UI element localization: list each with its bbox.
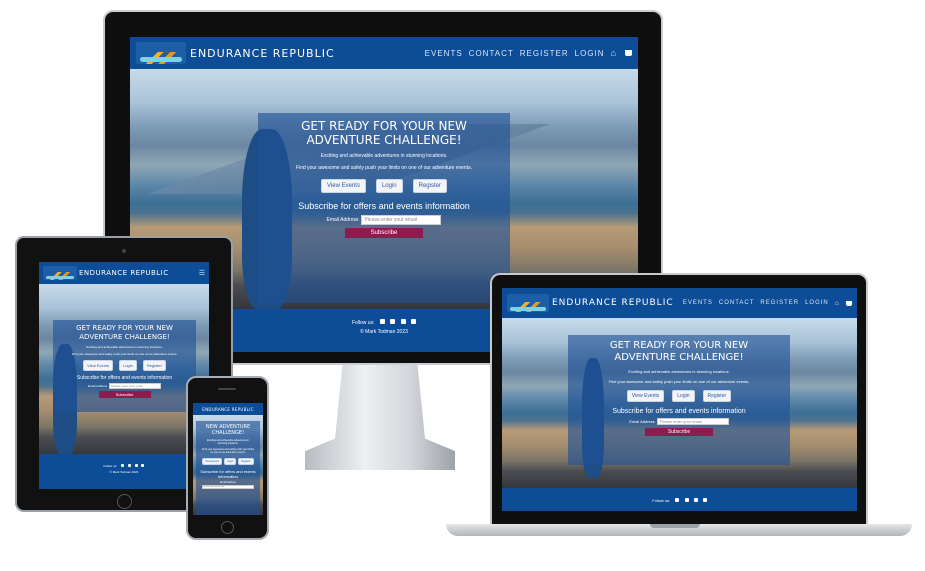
subscribe-heading: Subscribe for offers and events informat… — [200, 469, 256, 479]
youtube-icon[interactable] — [411, 319, 417, 324]
subscribe-heading: Subscribe for offers and events informat… — [612, 408, 746, 415]
footer: Follow us: — [502, 488, 857, 511]
nav-links: EVENTS CONTACT REGISTER LOGIN ⌂ — [419, 48, 632, 58]
register-button[interactable]: Register — [238, 458, 254, 465]
view-events-button[interactable]: View Events — [626, 390, 665, 402]
instagram-icon[interactable] — [400, 319, 406, 324]
nav-links: EVENTS CONTACT REGISTER LOGIN ⌂ — [677, 300, 852, 307]
nav-register[interactable]: REGISTER — [760, 300, 799, 306]
follow-us-label: Follow us: — [652, 498, 671, 503]
twitter-icon[interactable] — [127, 464, 131, 467]
laptop-trackpad-notch — [650, 524, 700, 528]
brand-name[interactable]: ENDURANCE REPUBLIC — [202, 407, 253, 412]
footer: Follow us: © Mark Todman 2023 — [39, 454, 209, 489]
cart-icon[interactable] — [625, 50, 632, 56]
nav-contact[interactable]: CONTACT — [469, 49, 514, 58]
monitor-stand — [305, 365, 455, 470]
email-input[interactable]: Please enter your email — [361, 215, 442, 225]
nav-register[interactable]: REGISTER — [520, 49, 569, 58]
login-button[interactable]: Login — [119, 360, 137, 371]
copyright: © Mark Todman 2023 — [109, 470, 139, 474]
tablet-screen: ENDURANCE REPUBLIC ☰ GET READY FOR YOUR … — [39, 262, 209, 489]
hamburger-menu-icon[interactable]: ☰ — [199, 269, 205, 277]
login-button[interactable]: Login — [224, 458, 237, 465]
email-label: Email Address — [87, 384, 108, 388]
hero-tagline: Exciting and achievable adventures in st… — [628, 369, 730, 374]
hero-panel: GET READY FOR YOUR NEW ADVENTURE CHALLEN… — [53, 320, 196, 412]
follow-us-label: Follow us: — [351, 320, 375, 326]
nav-events[interactable]: EVENTS — [683, 300, 713, 306]
twitter-icon[interactable] — [390, 319, 396, 324]
hero-description: Find your awesome and safely push your l… — [202, 448, 254, 454]
phone-home-button[interactable] — [221, 521, 234, 534]
email-label: Email Address — [326, 217, 359, 223]
nav-login[interactable]: LOGIN — [805, 300, 829, 306]
subscribe-button[interactable]: Subscribe — [345, 228, 423, 238]
navbar: ENDURANCE REPUBLIC ☰ — [39, 262, 209, 284]
login-button[interactable]: Login — [672, 390, 695, 402]
hero-title: GET READY FOR YOUR NEW ADVENTURE CHALLEN… — [76, 324, 173, 341]
home-icon[interactable]: ⌂ — [835, 300, 840, 307]
email-input[interactable]: Please enter your email — [202, 485, 254, 489]
hero-tagline: Exciting and achievable adventures in st… — [320, 153, 448, 159]
register-button[interactable]: Register — [142, 360, 166, 371]
view-events-button[interactable]: View Events — [321, 179, 366, 193]
register-button[interactable]: Register — [412, 179, 447, 193]
brand-name: ENDURANCE REPUBLIC — [79, 269, 169, 277]
brand[interactable]: ENDURANCE REPUBLIC — [136, 42, 335, 64]
facebook-icon[interactable] — [379, 319, 385, 324]
hero-panel: GET READY FOR YOUR NEW ADVENTURE CHALLEN… — [568, 335, 790, 465]
email-input[interactable]: Please enter your email — [109, 383, 162, 389]
nav-events[interactable]: EVENTS — [425, 49, 463, 58]
youtube-icon[interactable] — [702, 498, 707, 502]
hero-tagline: Exciting and achievable adventures in st… — [86, 345, 163, 349]
hero-title: NEW ADVENTURE CHALLENGE! — [205, 424, 251, 436]
brand[interactable]: ENDURANCE REPUBLIC — [507, 294, 674, 312]
login-button[interactable]: Login — [375, 179, 403, 193]
view-events-button[interactable]: View Events — [83, 360, 114, 371]
hero-panel: GET READY FOR YOUR NEW ADVENTURE CHALLEN… — [258, 113, 510, 303]
hero-description: Find your awesome and safely push your l… — [608, 379, 750, 384]
view-events-button[interactable]: View Events — [202, 458, 223, 465]
register-button[interactable]: Register — [702, 390, 732, 402]
navbar: ENDURANCE REPUBLIC EVENTS CONTACT REGIST… — [502, 288, 857, 318]
mountain-logo-icon — [43, 266, 77, 280]
laptop-screen: ENDURANCE REPUBLIC EVENTS CONTACT REGIST… — [502, 288, 857, 511]
hero-title: GET READY FOR YOUR NEW ADVENTURE CHALLEN… — [301, 119, 467, 147]
mountain-logo-icon — [136, 42, 186, 64]
facebook-icon[interactable] — [120, 464, 124, 467]
hero-description: Find your awesome and safely push your l… — [296, 165, 472, 171]
instagram-icon[interactable] — [134, 464, 138, 467]
youtube-icon[interactable] — [141, 464, 145, 467]
tablet-home-button[interactable] — [117, 494, 132, 509]
email-input[interactable]: Please enter your email — [656, 418, 729, 425]
hero-title: GET READY FOR YOUR NEW ADVENTURE CHALLEN… — [609, 340, 749, 363]
brand-name: ENDURANCE REPUBLIC — [552, 298, 674, 308]
email-label: Email Address — [629, 419, 655, 424]
subscribe-button[interactable]: Subscribe — [645, 428, 713, 436]
subscribe-heading: Subscribe for offers and events informat… — [76, 375, 173, 381]
phone-speaker — [218, 388, 236, 390]
phone-screen: ENDURANCE REPUBLIC ☰ NEW ADVENTURE CHALL… — [193, 403, 263, 515]
navbar: ENDURANCE REPUBLIC EVENTS CONTACT REGIST… — [130, 37, 638, 69]
brand-name: ENDURANCE REPUBLIC — [190, 46, 335, 60]
subscribe-heading: Subscribe for offers and events informat… — [298, 201, 470, 211]
twitter-icon[interactable] — [684, 498, 689, 502]
hero-panel: NEW ADVENTURE CHALLENGE! Exciting and ac… — [196, 421, 260, 515]
nav-login[interactable]: LOGIN — [575, 49, 605, 58]
brand[interactable]: ENDURANCE REPUBLIC — [43, 266, 169, 280]
subscribe-button[interactable]: Subscribe — [98, 391, 151, 398]
navbar: ENDURANCE REPUBLIC — [193, 403, 263, 415]
follow-us-label: Follow us: — [103, 464, 118, 468]
home-icon[interactable]: ⌂ — [611, 48, 617, 58]
hero-tagline: Exciting and achievable adventures in st… — [207, 439, 249, 445]
facebook-icon[interactable] — [675, 498, 680, 502]
nav-contact[interactable]: CONTACT — [719, 300, 755, 306]
cart-icon[interactable] — [846, 300, 852, 306]
instagram-icon[interactable] — [693, 498, 698, 502]
mountain-logo-icon — [507, 294, 549, 312]
hero-description: Find your awesome and safely push your l… — [71, 352, 178, 356]
email-label: Email Address — [220, 481, 236, 484]
tablet-camera-icon — [122, 249, 126, 253]
